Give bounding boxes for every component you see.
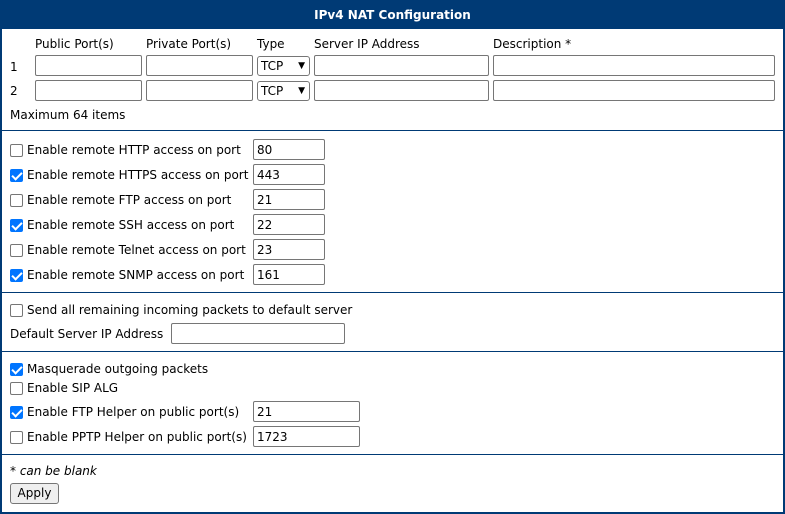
https-access-label: Enable remote HTTPS access on port (27, 168, 249, 182)
server-ip-input-1[interactable] (314, 55, 489, 76)
row-index: 2 (10, 84, 18, 98)
type-select-value: TCP (261, 84, 284, 98)
telnet-port-input[interactable] (253, 239, 325, 260)
https-access-checkbox[interactable] (10, 169, 23, 182)
type-select-2[interactable]: TCP ▼ (257, 81, 310, 101)
row-index: 1 (10, 60, 18, 74)
public-ports-input-1[interactable] (35, 55, 142, 76)
description-input-2[interactable] (493, 80, 775, 101)
ssh-access-checkbox[interactable] (10, 219, 23, 232)
default-server-ip-input[interactable] (171, 323, 345, 344)
section-divider (2, 292, 783, 293)
blank-note: * can be blank (10, 464, 97, 478)
section-divider (2, 130, 783, 131)
column-header-public-ports: Public Port(s) (35, 37, 114, 51)
private-ports-input-1[interactable] (146, 55, 253, 76)
pptp-helper-input[interactable] (253, 426, 360, 447)
description-input-1[interactable] (493, 55, 775, 76)
http-access-checkbox[interactable] (10, 144, 23, 157)
nat-config-panel: IPv4 NAT Configuration Public Port(s) Pr… (0, 0, 785, 514)
section-divider (2, 351, 783, 352)
default-server-label: Send all remaining incoming packets to d… (27, 303, 353, 317)
ftp-helper-input[interactable] (253, 401, 360, 422)
pptp-helper-checkbox[interactable] (10, 431, 23, 444)
sip-alg-label: Enable SIP ALG (27, 381, 119, 395)
ftp-helper-checkbox[interactable] (10, 406, 23, 419)
apply-button[interactable]: Apply (10, 483, 59, 504)
snmp-port-input[interactable] (253, 264, 325, 285)
ssh-port-input[interactable] (253, 214, 325, 235)
column-header-server-ip: Server IP Address (314, 37, 420, 51)
sip-alg-checkbox[interactable] (10, 382, 23, 395)
column-header-private-ports: Private Port(s) (146, 37, 232, 51)
chevron-down-icon: ▼ (298, 61, 305, 71)
http-access-label: Enable remote HTTP access on port (27, 143, 241, 157)
ftp-helper-label: Enable FTP Helper on public port(s) (27, 405, 240, 419)
snmp-access-checkbox[interactable] (10, 269, 23, 282)
public-ports-input-2[interactable] (35, 80, 142, 101)
snmp-access-label: Enable remote SNMP access on port (27, 268, 245, 282)
pptp-helper-label: Enable PPTP Helper on public port(s) (27, 430, 247, 444)
ssh-access-label: Enable remote SSH access on port (27, 218, 235, 232)
default-server-checkbox[interactable] (10, 304, 23, 317)
https-port-input[interactable] (253, 164, 325, 185)
default-server-ip-label: Default Server IP Address (10, 327, 164, 341)
ftp-access-checkbox[interactable] (10, 194, 23, 207)
chevron-down-icon: ▼ (298, 86, 305, 96)
ftp-access-label: Enable remote FTP access on port (27, 193, 232, 207)
private-ports-input-2[interactable] (146, 80, 253, 101)
column-header-type: Type (257, 37, 285, 51)
telnet-access-label: Enable remote Telnet access on port (27, 243, 246, 257)
ftp-port-input[interactable] (253, 189, 325, 210)
masquerade-checkbox[interactable] (10, 363, 23, 376)
type-select-value: TCP (261, 59, 284, 73)
server-ip-input-2[interactable] (314, 80, 489, 101)
panel-title: IPv4 NAT Configuration (2, 2, 783, 29)
telnet-access-checkbox[interactable] (10, 244, 23, 257)
section-divider (2, 454, 783, 455)
http-port-input[interactable] (253, 139, 325, 160)
column-header-description: Description * (493, 37, 572, 51)
masquerade-label: Masquerade outgoing packets (27, 362, 209, 376)
max-items-note: Maximum 64 items (10, 108, 126, 122)
type-select-1[interactable]: TCP ▼ (257, 56, 310, 76)
